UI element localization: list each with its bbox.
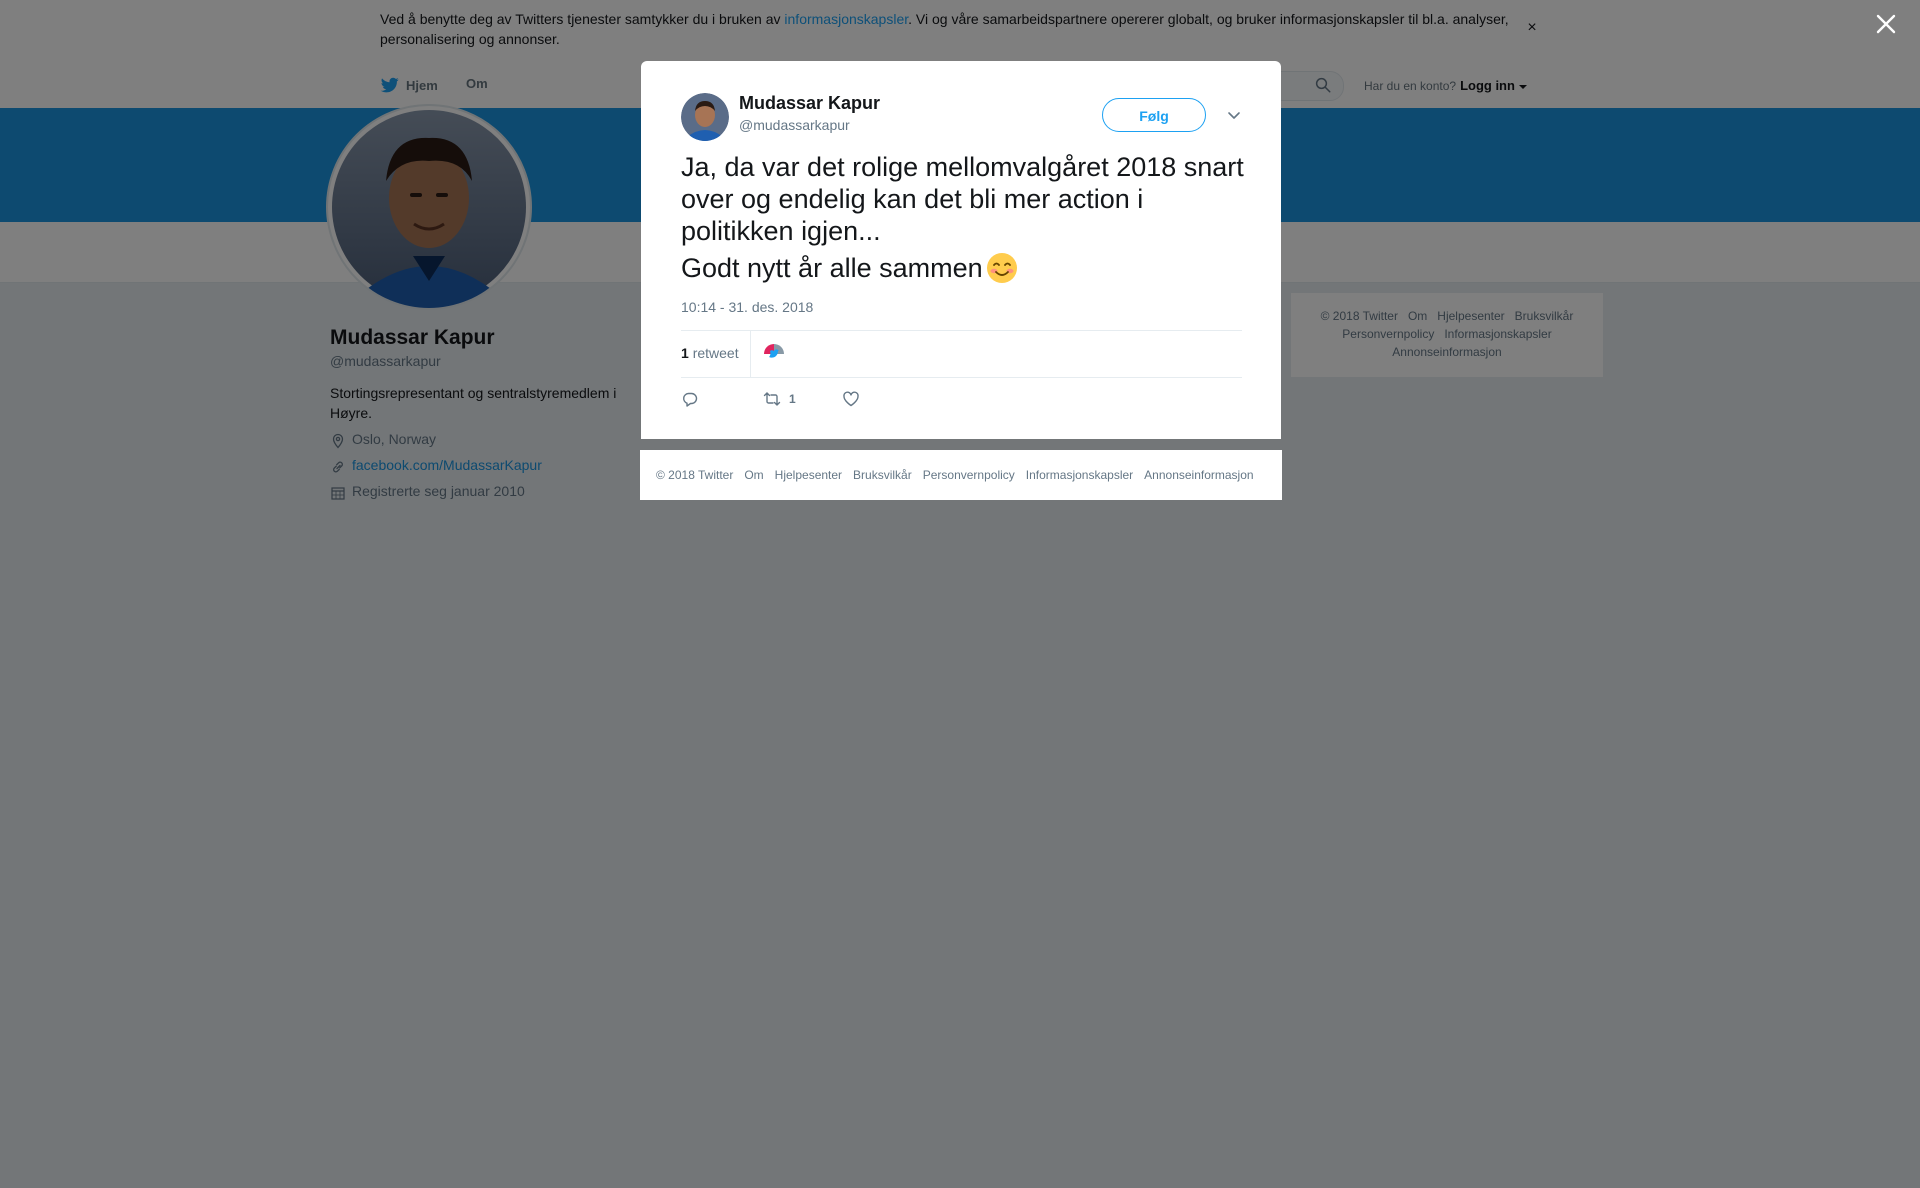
tweet-modal: Mudassar Kapur @mudassarkapur Følg Ja, d… bbox=[641, 61, 1281, 439]
retweet-stat-count: 1 bbox=[681, 345, 689, 361]
tweet-author-avatar[interactable] bbox=[681, 93, 729, 141]
retweet-stat-label: retweet bbox=[692, 345, 739, 361]
chevron-down-icon[interactable] bbox=[1225, 106, 1243, 124]
footer-about[interactable]: Om bbox=[744, 468, 763, 482]
tweet-actions: 1 bbox=[681, 390, 1242, 414]
tweet-text-line-1: Ja, da var det rolige mellomvalgåret 201… bbox=[681, 152, 1244, 246]
follow-button[interactable]: Følg bbox=[1102, 98, 1206, 132]
footer-terms[interactable]: Bruksvilkår bbox=[853, 468, 912, 482]
smiling-face-emoji bbox=[986, 253, 1017, 283]
tweet-author-name[interactable]: Mudassar Kapur bbox=[739, 93, 880, 114]
tweet-text-line-2: Godt nytt år alle sammen bbox=[681, 253, 983, 283]
footer-help[interactable]: Hjelpesenter bbox=[775, 468, 842, 482]
modal-footer: © 2018 Twitter Om Hjelpesenter Bruksvilk… bbox=[640, 450, 1282, 500]
tweet-text-line-2-wrap: Godt nytt år alle sammen bbox=[681, 251, 1246, 285]
footer-cookies[interactable]: Informasjonskapsler bbox=[1026, 468, 1133, 482]
tweet-author-handle[interactable]: @mudassarkapur bbox=[739, 117, 850, 133]
retweeter-avatar-image bbox=[763, 343, 785, 365]
like-button[interactable] bbox=[842, 390, 860, 408]
footer-ads-info[interactable]: Annonseinformasjon bbox=[1144, 468, 1253, 482]
close-icon[interactable] bbox=[1874, 12, 1898, 36]
retweet-icon bbox=[763, 392, 781, 406]
tweet-avatar-image bbox=[681, 93, 729, 141]
footer-copyright: © 2018 Twitter bbox=[656, 468, 734, 482]
retweet-button[interactable]: 1 bbox=[763, 390, 796, 408]
tweet-stats: 1 retweet bbox=[681, 330, 1242, 378]
footer-privacy[interactable]: Personvernpolicy bbox=[923, 468, 1015, 482]
like-icon bbox=[843, 391, 859, 407]
reply-button[interactable] bbox=[681, 390, 699, 408]
retweet-stat[interactable]: 1 retweet bbox=[681, 345, 739, 361]
tweet-text: Ja, da var det rolige mellomvalgåret 201… bbox=[681, 151, 1246, 285]
retweeter-avatar[interactable] bbox=[763, 343, 785, 365]
reply-icon bbox=[683, 392, 698, 407]
stats-divider bbox=[750, 331, 751, 377]
tweet-timestamp[interactable]: 10:14 - 31. des. 2018 bbox=[681, 299, 813, 315]
retweet-button-count: 1 bbox=[789, 392, 796, 406]
